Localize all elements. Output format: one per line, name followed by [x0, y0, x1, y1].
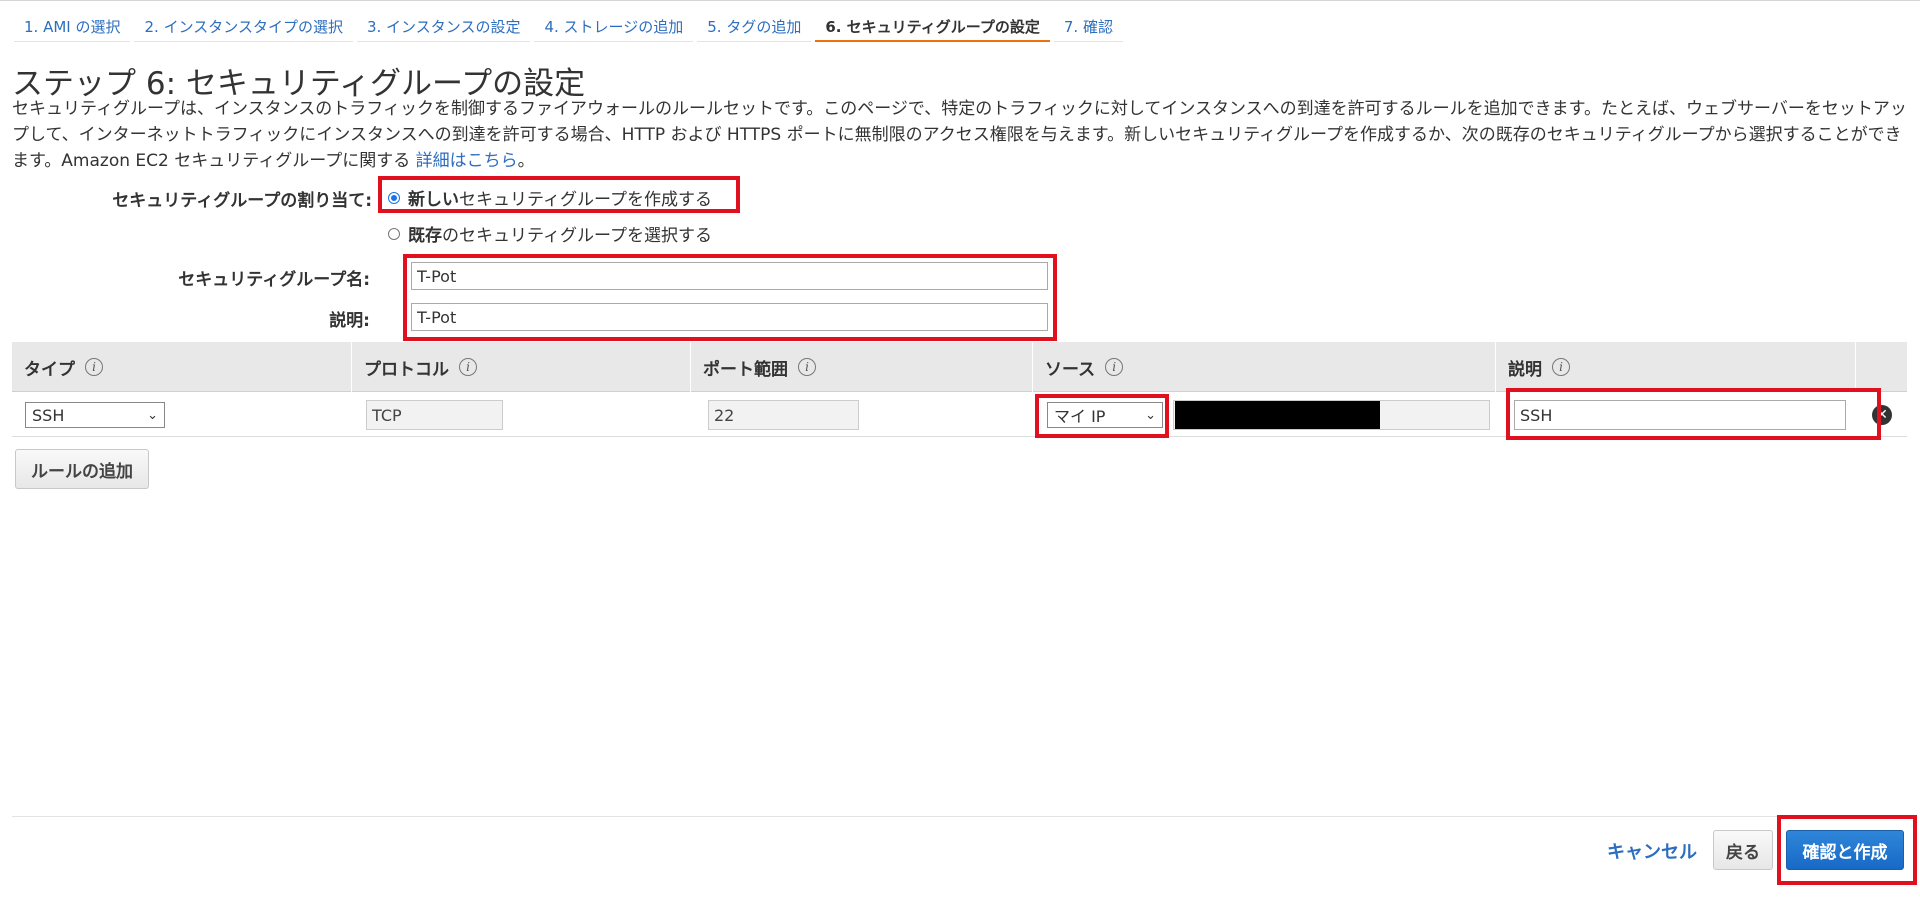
chevron-down-icon: ⌄	[1145, 408, 1156, 423]
radio-new-indicator[interactable]	[388, 191, 400, 204]
tab-step-2[interactable]: 2. インスタンスタイプの選択	[134, 12, 353, 42]
tab-step-3[interactable]: 3. インスタンスの設定	[356, 12, 531, 42]
info-icon[interactable]: i	[459, 358, 477, 376]
col-type: タイプ i	[12, 342, 351, 392]
col-source-label: ソース	[1045, 359, 1096, 380]
info-icon[interactable]: i	[1105, 358, 1124, 376]
rules-table-header: タイプ i プロトコル i ポート範囲 i ソース i 説明 i	[12, 342, 1907, 392]
group-desc-label: 説明:	[329, 311, 370, 331]
col-source: ソース i	[1032, 342, 1495, 392]
remove-rule-icon[interactable]: ✕	[1872, 405, 1892, 425]
wizard-steps: 1. AMI の選択 2. インスタンスタイプの選択 3. インスタンスの設定 …	[14, 12, 1127, 46]
assign-label: セキュリティグループの割り当て:	[112, 191, 372, 211]
radio-new-bold: 新しい	[408, 190, 459, 210]
radio-existing-bold: 既存	[408, 226, 442, 246]
group-desc-input[interactable]	[411, 303, 1048, 331]
chevron-down-icon: ⌄	[147, 408, 158, 423]
protocol-field: TCP	[366, 400, 503, 430]
col-type-label: タイプ	[24, 359, 75, 380]
radio-existing-indicator[interactable]	[388, 227, 400, 240]
col-port-range: ポート範囲 i	[690, 342, 1032, 392]
radio-new-label: セキュリティグループを作成する	[459, 190, 712, 210]
type-select[interactable]: SSH ⌄	[25, 402, 165, 428]
tab-step-5[interactable]: 5. タグの追加	[697, 12, 812, 42]
cancel-link[interactable]: キャンセル	[1607, 838, 1697, 864]
footer-divider	[12, 816, 1907, 817]
col-protocol-label: プロトコル	[364, 359, 449, 380]
tab-step-4[interactable]: 4. ストレージの追加	[534, 12, 694, 42]
review-and-create-button[interactable]: 確認と作成	[1786, 830, 1904, 870]
info-icon[interactable]: i	[798, 358, 816, 376]
table-row: SSH ⌄ TCP 22 マイ IP ⌄ ✕	[12, 392, 1907, 437]
radio-create-new[interactable]: 新しい セキュリティグループを作成する	[388, 185, 712, 210]
group-name-input[interactable]	[411, 262, 1048, 290]
info-icon[interactable]: i	[1552, 358, 1570, 376]
type-select-value: SSH	[32, 405, 65, 425]
col-port-label: ポート範囲	[703, 359, 788, 380]
source-select-value: マイ IP	[1054, 407, 1106, 426]
col-protocol: プロトコル i	[351, 342, 690, 392]
learn-more-link[interactable]: 詳細はこちら	[416, 151, 518, 171]
radio-existing-label: のセキュリティグループを選択する	[442, 226, 712, 246]
info-icon[interactable]: i	[85, 358, 103, 376]
col-actions	[1855, 342, 1907, 392]
description-end: 。	[517, 151, 535, 171]
tab-step-6[interactable]: 6. セキュリティグループの設定	[815, 12, 1050, 42]
group-name-label: セキュリティグループ名:	[178, 270, 370, 290]
page-description: セキュリティグループは、インスタンスのトラフィックを制御するファイアウォールのル…	[12, 96, 1907, 174]
description-text: セキュリティグループは、インスタンスのトラフィックを制御するファイアウォールのル…	[12, 99, 1907, 171]
radio-select-existing[interactable]: 既存 のセキュリティグループを選択する	[388, 221, 712, 246]
top-border	[0, 0, 1920, 1]
tab-step-7[interactable]: 7. 確認	[1053, 12, 1123, 42]
back-button[interactable]: 戻る	[1713, 830, 1773, 870]
redacted-ip	[1175, 401, 1380, 429]
col-desc-label: 説明	[1508, 359, 1542, 380]
tab-step-1[interactable]: 1. AMI の選択	[14, 12, 131, 42]
port-range-field: 22	[708, 400, 859, 430]
source-select[interactable]: マイ IP ⌄	[1047, 402, 1163, 428]
rule-description-input[interactable]	[1514, 400, 1846, 430]
add-rule-button[interactable]: ルールの追加	[15, 449, 149, 489]
col-description: 説明 i	[1495, 342, 1855, 392]
